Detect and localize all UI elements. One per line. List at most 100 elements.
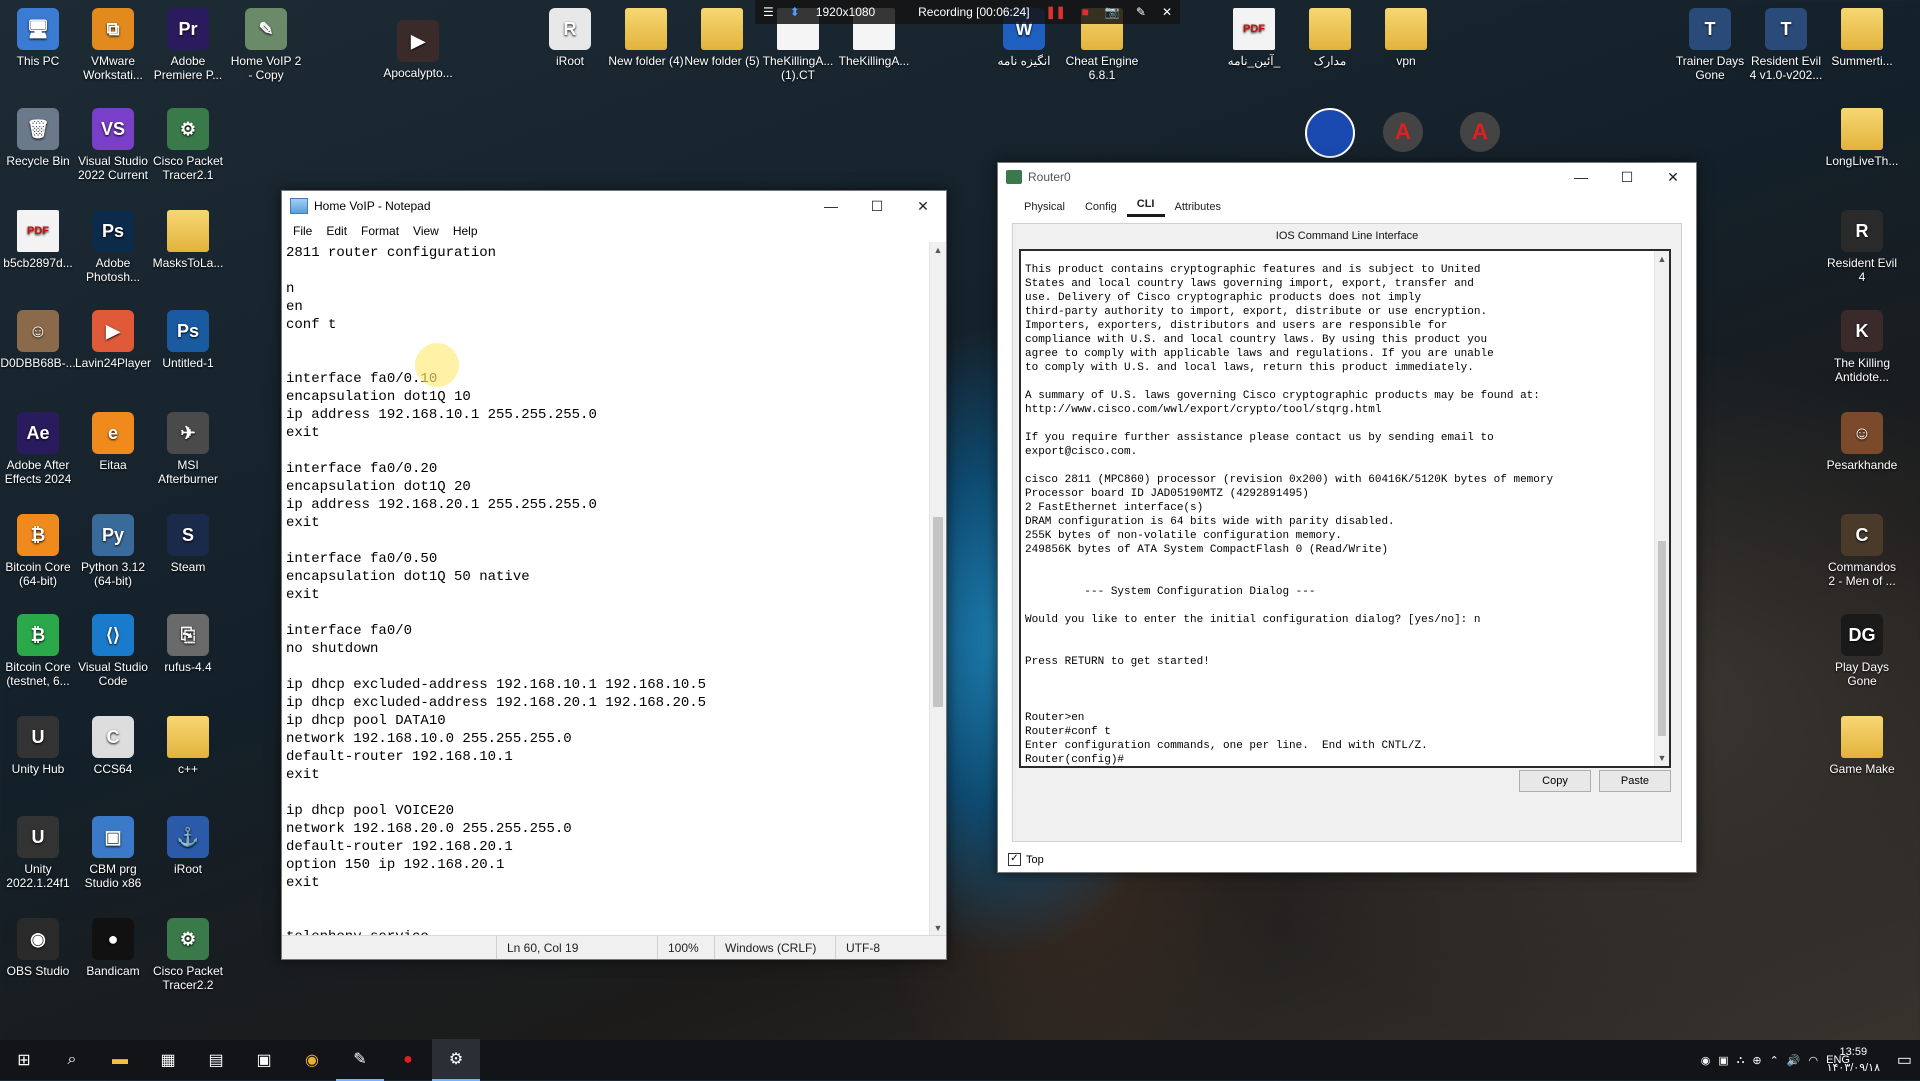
menu-help[interactable]: Help xyxy=(446,224,485,238)
menu-edit[interactable]: Edit xyxy=(319,224,354,238)
menu-file[interactable]: File xyxy=(286,224,319,238)
cli-output[interactable]: This product contains cryptographic feat… xyxy=(1021,251,1654,766)
notification-icon[interactable]: ▭ xyxy=(1897,1050,1912,1070)
desktop-icon[interactable]: R Resident Evil 4 xyxy=(1824,210,1900,284)
desktop-icon[interactable]: T Trainer Days Gone xyxy=(1672,8,1748,82)
desktop-icon[interactable]: T Resident Evil 4 v1.0-v202... xyxy=(1748,8,1824,82)
shortcut-a2-icon[interactable]: A xyxy=(1460,112,1500,152)
calculator-icon[interactable]: ▦ xyxy=(144,1040,192,1080)
desktop-icon[interactable]: Ps Untitled-1 xyxy=(150,310,226,370)
desktop-icon[interactable]: ● Bandicam xyxy=(75,918,151,978)
desktop-icon[interactable]: ₿ Bitcoin Core (testnet, 6... xyxy=(0,614,76,688)
scroll-thumb[interactable] xyxy=(1658,541,1666,736)
tray-app-icon[interactable]: ▣ xyxy=(1718,1054,1728,1067)
desktop-icon[interactable]: Summerti... xyxy=(1824,8,1900,68)
router-titlebar[interactable]: Router0 — ☐ ✕ xyxy=(998,163,1696,191)
close-icon[interactable]: ✕ xyxy=(1162,5,1172,19)
close-button[interactable]: ✕ xyxy=(900,191,946,221)
desktop-icon[interactable]: ⚙ Cisco Packet Tracer2.2 xyxy=(150,918,226,992)
desktop-icon[interactable]: Ps Adobe Photosh... xyxy=(75,210,151,284)
shortcut-a-icon[interactable]: A xyxy=(1383,112,1423,152)
desktop-icon[interactable]: MasksToLa... xyxy=(150,210,226,270)
desktop-icon[interactable]: Game Make xyxy=(1824,716,1900,776)
menu-view[interactable]: View xyxy=(406,224,446,238)
notepad-titlebar[interactable]: Home VoIP - Notepad — ☐ ✕ xyxy=(282,191,946,221)
desktop-icon[interactable]: LongLiveTh... xyxy=(1824,108,1900,168)
desktop-icon[interactable]: C CCS64 xyxy=(75,716,151,776)
notepad-scrollbar[interactable]: ▲ ▼ xyxy=(929,242,946,936)
volume-icon[interactable]: 🔊 xyxy=(1787,1054,1801,1067)
chrome-icon[interactable]: ◉ xyxy=(288,1040,336,1080)
paste-button[interactable]: Paste xyxy=(1599,770,1671,792)
bandicam-taskbar-icon[interactable]: ● xyxy=(384,1040,432,1080)
pencil-icon[interactable]: ✎ xyxy=(1136,5,1146,19)
checkbox-checked-icon[interactable]: ✓ xyxy=(1008,853,1021,866)
desktop-icon[interactable]: U Unity 2022.1.24f1 xyxy=(0,816,76,890)
record-tray-icon[interactable]: ◉ xyxy=(1701,1054,1711,1067)
pin-icon[interactable]: ⬍ xyxy=(790,5,800,19)
desktop-icon[interactable]: ▶ Lavin24Player xyxy=(75,310,151,370)
desktop-icon[interactable]: RiRoot xyxy=(532,8,608,68)
wifi-icon[interactable]: ◠ xyxy=(1809,1054,1819,1067)
scroll-down-icon[interactable]: ▼ xyxy=(930,920,946,936)
desktop-icon[interactable]: Ae Adobe After Effects 2024 xyxy=(0,412,76,486)
search-icon[interactable]: ⌕ xyxy=(48,1040,96,1080)
desktop-icon[interactable]: ⎘ rufus-4.4 xyxy=(150,614,226,674)
desktop-icon[interactable]: vpn xyxy=(1368,8,1444,68)
desktop-icon[interactable]: ⧉ VMware Workstati... xyxy=(75,8,151,82)
minimize-button[interactable]: — xyxy=(1558,162,1604,192)
desktop-icon[interactable]: PDF آئین_نامه_ xyxy=(1216,8,1292,68)
cli-terminal[interactable]: This product contains cryptographic feat… xyxy=(1019,249,1671,768)
pause-icon[interactable]: ❚❚ xyxy=(1046,5,1066,19)
desktop-icon[interactable]: e Eitaa xyxy=(75,412,151,472)
tab-attributes[interactable]: Attributes xyxy=(1165,197,1231,217)
notepad-text-area[interactable]: 2811 router configuration n en conf t in… xyxy=(282,242,929,936)
maximize-button[interactable]: ☐ xyxy=(854,191,900,221)
desktop-icon[interactable]: c++ xyxy=(150,716,226,776)
store-icon[interactable]: ▣ xyxy=(240,1040,288,1080)
minimize-button[interactable]: — xyxy=(808,191,854,221)
desktop-icon[interactable]: C Commandos 2 - Men of ... xyxy=(1824,514,1900,588)
scroll-thumb[interactable] xyxy=(933,517,943,707)
desktop-icon[interactable]: U Unity Hub xyxy=(0,716,76,776)
desktop-icon[interactable]: Pr Adobe Premiere P... xyxy=(150,8,226,82)
globe-tray-icon[interactable]: ⊕ xyxy=(1752,1054,1761,1067)
desktop-icon[interactable]: New folder (4) xyxy=(608,8,684,68)
desktop-icon[interactable]: ⚙ Cisco Packet Tracer2.1 xyxy=(150,108,226,182)
tab-config[interactable]: Config xyxy=(1075,197,1127,217)
desktop-icon[interactable]: مدارک xyxy=(1292,8,1368,68)
desktop-icon[interactable]: ✈ MSI Afterburner xyxy=(150,412,226,486)
desktop-icon[interactable]: ▣ CBM prg Studio x86 xyxy=(75,816,151,890)
desktop-icon[interactable]: K The Killing Antidote... xyxy=(1824,310,1900,384)
clock[interactable]: 13:59 ۱۴۰۳/۰۹/۱۸ xyxy=(1827,1044,1880,1076)
desktop-icon[interactable]: 🗑 Recycle Bin xyxy=(0,108,76,168)
close-button[interactable]: ✕ xyxy=(1650,162,1696,192)
packet-tracer-taskbar-icon[interactable]: ⚙ xyxy=(432,1039,480,1081)
menu-icon[interactable]: ☰ xyxy=(763,5,774,19)
tab-cli[interactable]: CLI xyxy=(1126,194,1165,217)
desktop-icon[interactable]: S Steam xyxy=(150,514,226,574)
desktop-icon[interactable]: DG Play Days Gone xyxy=(1824,614,1900,688)
desktop-icon[interactable]: 🖥 This PC xyxy=(0,8,76,68)
cli-scrollbar[interactable]: ▲ ▼ xyxy=(1654,251,1669,766)
desktop-icon[interactable]: ▶ Apocalypto... xyxy=(380,20,456,80)
start-icon[interactable]: ⊞ xyxy=(0,1040,48,1080)
file-explorer-icon[interactable]: ▬ xyxy=(96,1040,144,1080)
copy-button[interactable]: Copy xyxy=(1519,770,1591,792)
menu-format[interactable]: Format xyxy=(354,224,406,238)
app-icon[interactable]: ▤ xyxy=(192,1040,240,1080)
maximize-button[interactable]: ☐ xyxy=(1604,162,1650,192)
desktop-icon[interactable]: ⚓ iRoot xyxy=(150,816,226,876)
desktop-icon[interactable]: ⟨⟩ Visual Studio Code xyxy=(75,614,151,688)
camera-icon[interactable]: 📷 xyxy=(1105,5,1120,19)
desktop-icon[interactable]: VS Visual Studio 2022 Current xyxy=(75,108,151,182)
desktop-icon[interactable]: ₿ Bitcoin Core (64-bit) xyxy=(0,514,76,588)
desktop-icon[interactable]: ◉ OBS Studio xyxy=(0,918,76,978)
chevron-up-icon[interactable]: ⌃ xyxy=(1770,1054,1779,1067)
top-checkbox[interactable]: ✓ Top xyxy=(1008,853,1044,866)
tab-physical[interactable]: Physical xyxy=(1014,197,1075,217)
desktop-icon[interactable]: Py Python 3.12 (64-bit) xyxy=(75,514,151,588)
desktop-icon[interactable]: PDF b5cb2897d... xyxy=(0,210,76,270)
desktop-icon[interactable]: ☺ D0DBB68B-... xyxy=(0,310,76,370)
desktop-icon[interactable]: ✎ Home VoIP 2 - Copy xyxy=(228,8,304,82)
